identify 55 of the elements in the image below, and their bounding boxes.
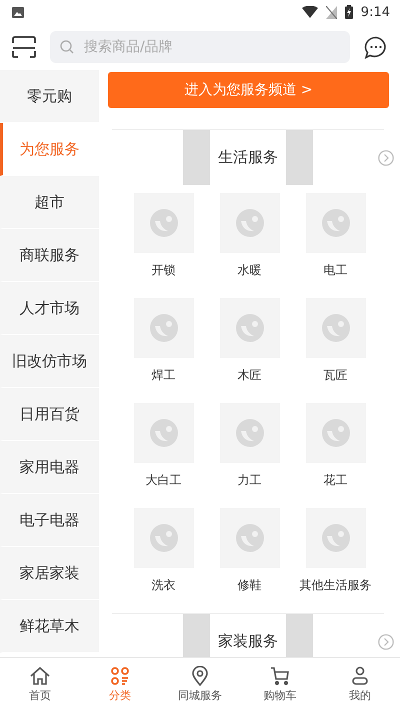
image-placeholder-icon xyxy=(320,418,350,448)
search-field[interactable]: 搜索商品/品牌 xyxy=(50,31,350,63)
category-item[interactable]: 超市 xyxy=(0,176,99,229)
category-item[interactable]: 旧改仿市场 xyxy=(0,335,99,388)
image-placeholder-icon xyxy=(148,208,178,238)
service-label[interactable]: 瓦匠 xyxy=(324,367,348,384)
nav-tab[interactable]: 同城服务 xyxy=(160,658,240,711)
scan-icon[interactable] xyxy=(12,36,36,58)
service-label[interactable]: 焊工 xyxy=(152,367,176,384)
image-placeholder-icon xyxy=(148,418,178,448)
no-sim-icon xyxy=(326,6,337,18)
service-label[interactable]: 木匠 xyxy=(238,367,262,384)
category-item[interactable]: 鲜花草木 xyxy=(0,600,99,653)
service-label[interactable]: 电工 xyxy=(324,262,348,279)
category-item[interactable]: 家居家装 xyxy=(0,547,99,600)
section-title: 生活服务 xyxy=(218,147,278,168)
image-placeholder-icon xyxy=(320,523,350,553)
nav-tab[interactable]: 购物车 xyxy=(240,658,320,711)
image-placeholder-icon xyxy=(148,313,178,343)
category-item[interactable]: 电子电器 xyxy=(0,494,99,547)
image-placeholder-icon xyxy=(320,313,350,343)
category-icon xyxy=(110,666,130,686)
image-icon xyxy=(12,6,24,18)
service-label[interactable]: 其他生活服务 xyxy=(300,577,372,594)
battery-icon xyxy=(344,5,353,19)
title-decoration-block xyxy=(183,130,210,185)
service-label[interactable]: 水暖 xyxy=(238,262,262,279)
image-placeholder-icon xyxy=(320,208,350,238)
nav-tab[interactable]: 我的 xyxy=(320,658,400,711)
service-label[interactable]: 修鞋 xyxy=(238,577,262,594)
category-item[interactable]: 商联服务 xyxy=(0,229,99,282)
image-placeholder-icon xyxy=(234,313,264,343)
service-label[interactable]: 洗衣 xyxy=(152,577,176,594)
status-time: 9:14 xyxy=(360,4,390,20)
image-placeholder-icon xyxy=(234,523,264,553)
section-title: 家装服务 xyxy=(218,631,278,652)
cart-icon xyxy=(270,666,290,686)
nav-tab[interactable]: 首页 xyxy=(0,658,80,711)
wifi-icon xyxy=(302,6,318,18)
service-label[interactable]: 大白工 xyxy=(146,472,182,489)
home-icon xyxy=(29,666,51,686)
service-label[interactable]: 开锁 xyxy=(152,262,176,279)
service-label[interactable]: 力工 xyxy=(238,472,262,489)
image-placeholder-icon xyxy=(234,418,264,448)
category-item[interactable]: 零元购 xyxy=(0,70,99,123)
service-label[interactable]: 花工 xyxy=(324,472,348,489)
category-item[interactable]: 家用电器 xyxy=(0,441,99,494)
image-placeholder-icon xyxy=(234,208,264,238)
category-item[interactable]: 日用百货 xyxy=(0,388,99,441)
chat-icon[interactable] xyxy=(364,36,388,58)
location-pin-icon xyxy=(191,666,209,686)
title-decoration-block xyxy=(286,130,313,185)
image-placeholder-icon xyxy=(148,523,178,553)
category-item[interactable]: 人才市场 xyxy=(0,282,99,335)
user-icon xyxy=(351,666,369,686)
